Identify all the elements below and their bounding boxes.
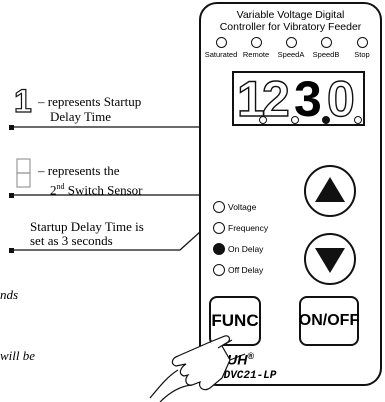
pointing-hand-icon — [149, 335, 246, 402]
